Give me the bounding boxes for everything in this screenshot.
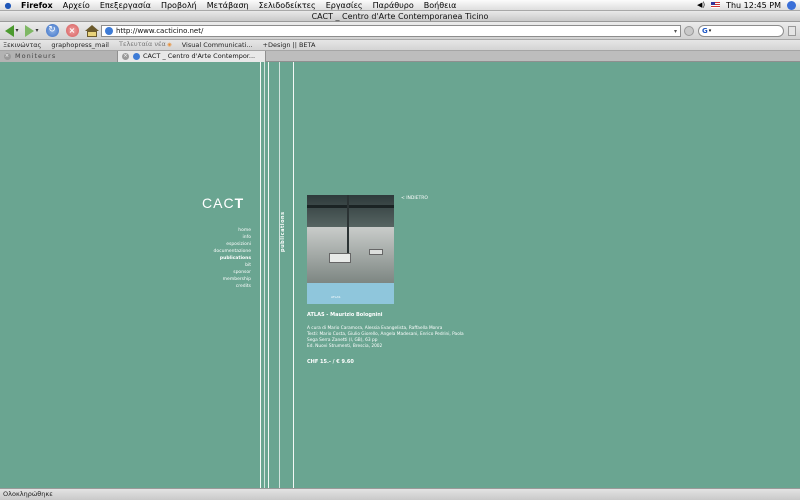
tab-moniteurs[interactable]: × Moniteurs	[0, 51, 118, 62]
chevron-down-icon[interactable]: ▾	[674, 26, 680, 37]
book-price: CHF 15.- / € 9.60	[307, 359, 354, 365]
bookmark-latest-news[interactable]: Τελευταία νέα	[119, 39, 172, 51]
decorative-line	[260, 62, 261, 488]
menubar-clock[interactable]: Thu 12:45 PM	[726, 0, 781, 11]
home-button[interactable]	[84, 23, 100, 39]
mac-menubar: ● Firefox Αρχείο Επεξεργασία Προβολή Μετ…	[0, 0, 800, 11]
site-favicon-icon	[133, 53, 140, 60]
bookmark-graphopress-mail[interactable]: graphopress_mail	[51, 40, 109, 51]
menu-view[interactable]: Προβολή	[156, 0, 202, 11]
spotlight-icon[interactable]	[787, 0, 796, 10]
go-button[interactable]	[684, 26, 694, 36]
nav-info[interactable]: info	[214, 234, 251, 241]
back-arrow-icon	[5, 24, 15, 37]
home-icon	[85, 24, 99, 37]
us-flag-icon[interactable]	[711, 2, 721, 8]
back-button[interactable]: ▾	[4, 23, 20, 39]
menu-tools[interactable]: Εργασίες	[321, 0, 368, 11]
chevron-down-icon[interactable]: ▾	[709, 28, 712, 34]
navigation-toolbar: ▾ ▾ ↻ × http://www.cacticino.net/ ▾ G ▾	[0, 22, 800, 40]
nav-documentazione[interactable]: documentazione	[214, 248, 251, 255]
cover-caption: ATLAS	[331, 295, 341, 299]
stop-icon: ×	[65, 24, 79, 37]
site-favicon-icon	[105, 27, 113, 35]
address-bar[interactable]: http://www.cacticino.net/ ▾	[101, 25, 681, 37]
nav-esposizioni[interactable]: esposizioni	[214, 241, 251, 248]
web-page: CACT home info esposizioni documentazion…	[0, 62, 800, 488]
decorative-line	[279, 62, 280, 488]
decorative-line	[268, 62, 269, 488]
menu-help[interactable]: Βοήθεια	[419, 0, 462, 11]
site-nav: home info esposizioni documentazione pub…	[214, 227, 251, 290]
logo-light-text: CAC	[202, 195, 235, 211]
menu-bookmarks[interactable]: Σελιδοδείκτες	[254, 0, 321, 11]
status-bar: Ολοκληρώθηκε	[0, 488, 800, 500]
reload-button[interactable]: ↻	[44, 23, 60, 39]
nav-sponsor[interactable]: sponsor	[214, 269, 251, 276]
nav-credits[interactable]: credits	[214, 283, 251, 290]
menu-file[interactable]: Αρχείο	[58, 0, 95, 11]
bookmark-visual-communication[interactable]: Visual Communicati...	[182, 40, 253, 51]
forward-button[interactable]: ▾	[24, 23, 40, 39]
cact-logo[interactable]: CACT	[202, 195, 244, 211]
bookmark-design-beta[interactable]: +Design || BETA	[263, 40, 316, 51]
menu-firefox[interactable]: Firefox	[16, 0, 58, 11]
google-icon[interactable]: G	[702, 27, 708, 35]
nav-home[interactable]: home	[214, 227, 251, 234]
close-tab-icon[interactable]: ×	[4, 53, 11, 60]
nav-bit[interactable]: bit	[214, 262, 251, 269]
nav-membership[interactable]: membership	[214, 276, 251, 283]
url-text[interactable]: http://www.cacticino.net/	[116, 26, 674, 37]
logo-bold-text: T	[234, 195, 245, 211]
bookmark-getting-started[interactable]: Ξεκινώντας	[3, 40, 41, 51]
close-tab-icon[interactable]: ×	[122, 53, 129, 60]
bookmarks-toolbar: Ξεκινώντας graphopress_mail Τελευταία νέ…	[0, 40, 800, 51]
book-cover-image: ATLAS	[307, 195, 394, 304]
tab-label: CACT _ Centro d'Arte Contempor...	[143, 52, 256, 60]
decorative-line	[293, 62, 294, 488]
book-title: ATLAS - Maurizio Bolognini	[307, 312, 383, 318]
chevron-down-icon[interactable]: ▾	[35, 27, 38, 34]
toolbar-toggle-button[interactable]	[788, 26, 796, 36]
tab-bar: × Moniteurs × CACT _ Centro d'Arte Conte…	[0, 51, 800, 62]
window-title: CACT _ Centro d'Arte Contemporanea Ticin…	[0, 11, 800, 22]
book-meta: A cura di Mario Caramora, Alessia Evange…	[307, 326, 464, 350]
apple-menu-icon[interactable]: ●	[0, 0, 16, 11]
menubar-extras: ◀) Thu 12:45 PM	[697, 0, 800, 11]
back-link[interactable]: < INDIETRO	[401, 196, 428, 201]
stop-button[interactable]: ×	[64, 23, 80, 39]
reload-icon: ↻	[45, 24, 59, 37]
section-label: publications	[280, 211, 286, 252]
volume-icon[interactable]: ◀)	[697, 0, 705, 11]
book-publisher: Ed. Nuovi Strumenti, Brescia, 2002	[307, 344, 383, 349]
menu-window[interactable]: Παράθυρο	[368, 0, 419, 11]
menu-go[interactable]: Μετάβαση	[202, 0, 254, 11]
tab-cact[interactable]: × CACT _ Centro d'Arte Contempor...	[118, 51, 266, 62]
nav-publications[interactable]: publications	[214, 255, 251, 262]
tab-label: Moniteurs	[15, 52, 57, 60]
decorative-line	[264, 62, 265, 488]
search-input[interactable]: G ▾	[698, 25, 784, 37]
chevron-down-icon[interactable]: ▾	[15, 27, 18, 34]
forward-arrow-icon	[25, 24, 35, 37]
menu-edit[interactable]: Επεξεργασία	[95, 0, 156, 11]
